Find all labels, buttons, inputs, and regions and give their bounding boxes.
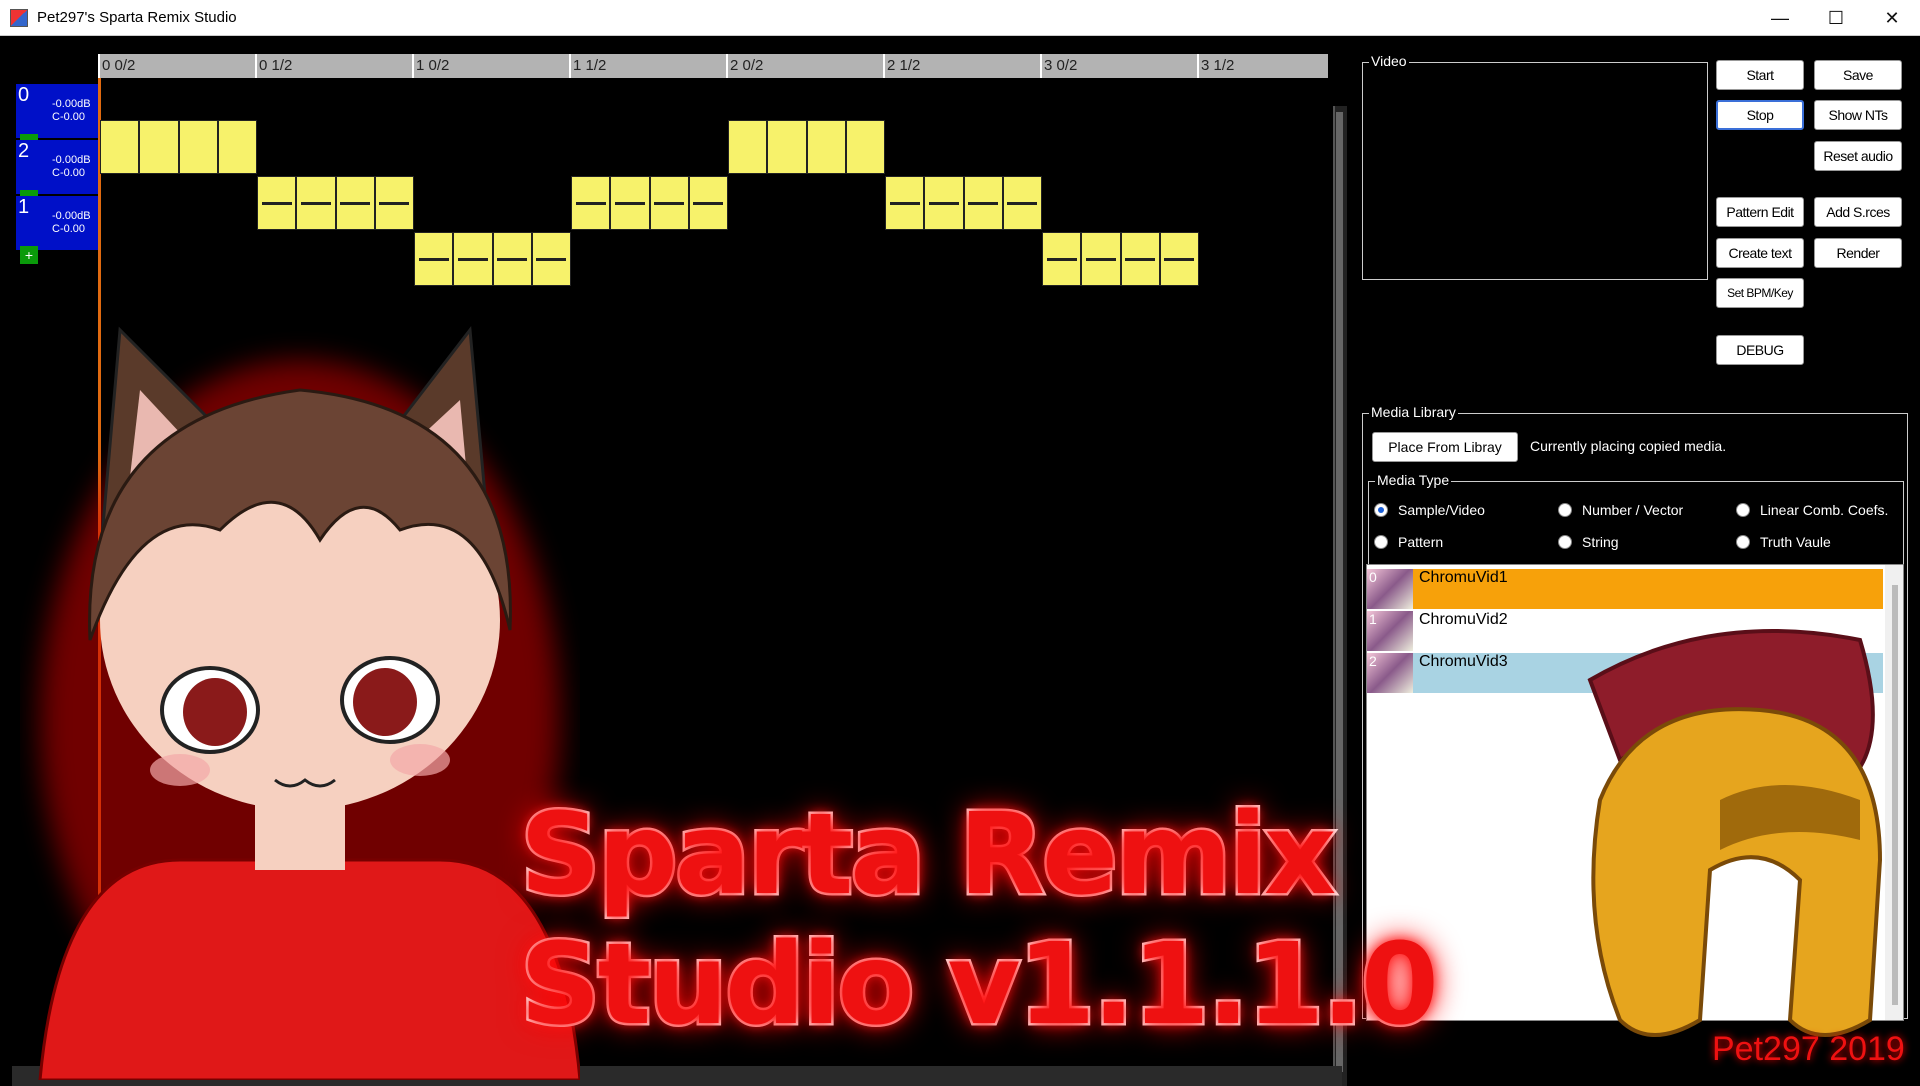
pattern-note[interactable] <box>453 232 493 286</box>
ruler-tick: 3 0/2 <box>1040 54 1197 78</box>
track-volume: -0.00dB C-0.00 <box>52 98 91 123</box>
radio-sample-video[interactable]: Sample/Video <box>1374 502 1485 518</box>
overlay-title-line2: Studio v1.1.1.0 <box>518 918 1442 1053</box>
radio-icon <box>1558 503 1572 517</box>
timeline-ruler[interactable]: 0 0/2 0 1/2 1 0/2 1 1/2 2 0/2 2 1/2 3 0/… <box>98 54 1328 78</box>
close-button[interactable]: ✕ <box>1864 0 1920 36</box>
app-icon <box>10 8 28 27</box>
set-bpm-key-button[interactable]: Set BPM/Key <box>1716 278 1804 308</box>
radio-pattern[interactable]: Pattern <box>1374 534 1443 550</box>
show-nts-button[interactable]: Show NTs <box>1814 100 1902 130</box>
radio-icon <box>1736 503 1750 517</box>
ruler-tick: 1 1/2 <box>569 54 726 78</box>
ruler-tick: 1 0/2 <box>412 54 569 78</box>
media-item-name: ChromuVid3 <box>1419 653 1508 670</box>
track-number: 0 <box>18 84 30 106</box>
ruler-tick: 2 1/2 <box>883 54 1040 78</box>
track-number: 1 <box>18 196 30 218</box>
pattern-note[interactable] <box>374 176 414 230</box>
track-volume: -0.00dB C-0.00 <box>52 210 91 235</box>
media-item[interactable]: 0 ChromuVid1 <box>1367 569 1883 609</box>
save-button[interactable]: Save <box>1814 60 1902 90</box>
pattern-note[interactable] <box>885 176 925 230</box>
placement-status: Currently placing copied media. <box>1530 438 1727 454</box>
pattern-note[interactable] <box>531 232 571 286</box>
pattern-note[interactable] <box>924 176 964 230</box>
pattern-note[interactable] <box>1120 232 1160 286</box>
pattern-note[interactable] <box>688 176 728 230</box>
ruler-tick: 0 1/2 <box>255 54 412 78</box>
pattern-note[interactable] <box>728 120 768 174</box>
pattern-note[interactable] <box>767 120 807 174</box>
pattern-note[interactable] <box>806 120 846 174</box>
pattern-note[interactable] <box>1002 176 1042 230</box>
pattern-note[interactable] <box>1159 232 1199 286</box>
overlay-title-line1: Sparta Remix <box>517 788 1338 923</box>
pattern-note[interactable] <box>1081 232 1121 286</box>
title-bar: Pet297's Sparta Remix Studio — ☐ ✕ <box>0 0 1920 36</box>
maximize-button[interactable]: ☐ <box>1808 0 1864 36</box>
overlay-credit: Pet297 2019 <box>1712 1030 1905 1068</box>
radio-icon <box>1558 535 1572 549</box>
debug-button[interactable]: DEBUG <box>1716 335 1804 365</box>
pattern-note[interactable] <box>845 120 885 174</box>
pattern-note[interactable] <box>257 176 297 230</box>
place-from-library-button[interactable]: Place From Libray <box>1372 432 1518 462</box>
media-thumbnail: 2 <box>1367 653 1413 693</box>
pattern-note[interactable] <box>1042 232 1082 286</box>
media-type-group: Media Type <box>1368 472 1904 565</box>
reset-audio-button[interactable]: Reset audio <box>1814 141 1902 171</box>
add-sources-button[interactable]: Add S.rces <box>1814 197 1902 227</box>
pattern-note[interactable] <box>296 176 336 230</box>
radio-number-vector[interactable]: Number / Vector <box>1558 502 1683 518</box>
pattern-note[interactable] <box>217 120 257 174</box>
media-library-label: Media Library <box>1369 404 1458 420</box>
pattern-note[interactable] <box>100 120 140 174</box>
spartan-helmet-icon <box>1587 629 1883 1037</box>
media-thumbnail: 0 <box>1367 569 1413 609</box>
ruler-tick: 3 1/2 <box>1197 54 1328 78</box>
mascot-character-illustration <box>38 326 580 1080</box>
ruler-tick: 0 0/2 <box>98 54 255 78</box>
pattern-edit-button[interactable]: Pattern Edit <box>1716 197 1804 227</box>
minimize-button[interactable]: — <box>1752 0 1808 36</box>
add-track-button[interactable]: + <box>20 246 38 264</box>
pattern-note[interactable] <box>414 232 454 286</box>
track-header-1[interactable]: 2 -0.00dBC-0.00 + <box>16 140 98 208</box>
window-title: Pet297's Sparta Remix Studio <box>37 9 237 26</box>
track-volume: -0.00dB C-0.00 <box>52 154 91 179</box>
media-item-name: ChromuVid1 <box>1419 569 1508 586</box>
pattern-note[interactable] <box>963 176 1003 230</box>
create-text-button[interactable]: Create text <box>1716 238 1804 268</box>
radio-icon <box>1736 535 1750 549</box>
pattern-note[interactable] <box>571 176 611 230</box>
window-controls: — ☐ ✕ <box>1752 0 1920 36</box>
track-number: 2 <box>18 140 30 162</box>
media-item-name: ChromuVid2 <box>1419 611 1508 628</box>
pattern-note[interactable] <box>139 120 179 174</box>
pattern-note[interactable] <box>610 176 650 230</box>
pattern-note[interactable] <box>492 232 532 286</box>
pattern-note[interactable] <box>335 176 375 230</box>
pattern-note[interactable] <box>178 120 218 174</box>
track-header-0[interactable]: 0 -0.00dBC-0.00 + <box>16 84 98 152</box>
radio-icon <box>1374 535 1388 549</box>
video-label: Video <box>1369 53 1409 69</box>
track-header-2[interactable]: 1 -0.00dB C-0.00 + <box>16 196 98 264</box>
video-preview: Video <box>1362 53 1708 280</box>
radio-selected-icon <box>1374 503 1388 517</box>
start-button[interactable]: Start <box>1716 60 1804 90</box>
media-thumbnail: 1 <box>1367 611 1413 651</box>
render-button[interactable]: Render <box>1814 238 1902 268</box>
pattern-note[interactable] <box>649 176 689 230</box>
media-type-label: Media Type <box>1375 472 1452 488</box>
radio-linear-comb[interactable]: Linear Comb. Coefs. <box>1736 502 1888 518</box>
radio-string[interactable]: String <box>1558 534 1619 550</box>
radio-truth-value[interactable]: Truth Vaule <box>1736 534 1831 550</box>
ruler-tick: 2 0/2 <box>726 54 883 78</box>
stop-button[interactable]: Stop <box>1716 100 1804 130</box>
